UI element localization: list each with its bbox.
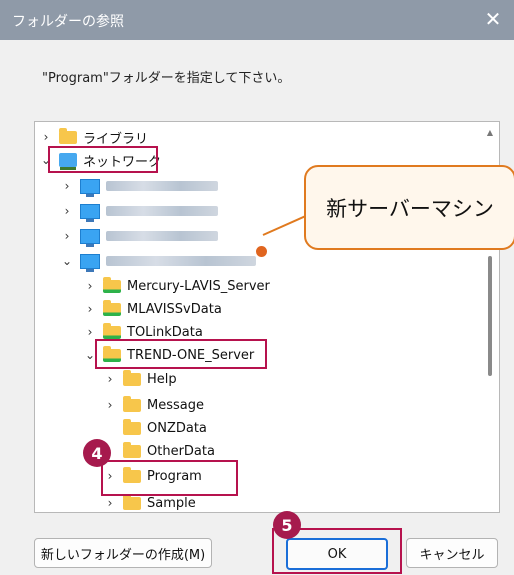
tree-item-label: ONZData xyxy=(147,420,207,436)
title-bar: フォルダーの参照 ✕ xyxy=(0,0,514,40)
chevron-right-icon[interactable]: › xyxy=(103,372,117,386)
tree-item-label: Message xyxy=(147,397,204,413)
tree-item-help[interactable]: › Help xyxy=(103,368,177,390)
chevron-right-icon[interactable]: › xyxy=(39,130,53,144)
tree-item-libraries[interactable]: › ライブラリ xyxy=(39,126,148,148)
highlight-network xyxy=(48,146,158,173)
new-server-callout: 新サーバーマシン xyxy=(304,165,514,250)
tree-item-label: Sample xyxy=(147,495,196,511)
redacted-computer-name xyxy=(106,231,218,241)
tree-item-mlavis[interactable]: › MLAVISSvData xyxy=(83,298,222,320)
redacted-computer-name xyxy=(106,256,256,266)
computer-icon xyxy=(80,253,100,272)
folder-icon xyxy=(123,493,141,510)
chevron-right-icon[interactable]: › xyxy=(83,302,97,316)
tree-item-onzdata[interactable]: › ONZData xyxy=(103,417,207,439)
folder-icon xyxy=(123,441,141,458)
callout-pointer-dot xyxy=(256,246,267,257)
chevron-right-icon[interactable]: › xyxy=(60,179,74,193)
scroll-up-icon[interactable]: ▲ xyxy=(485,128,495,138)
highlight-trend-one xyxy=(95,339,267,369)
chevron-right-icon[interactable]: › xyxy=(60,229,74,243)
shared-folder-icon xyxy=(103,299,121,316)
chevron-right-icon[interactable]: › xyxy=(60,204,74,218)
chevron-right-icon[interactable]: › xyxy=(83,279,97,293)
shared-folder-icon xyxy=(103,276,121,293)
highlight-program xyxy=(101,460,238,496)
folder-icon xyxy=(123,369,141,386)
tree-item-label: ライブラリ xyxy=(83,131,149,147)
shared-folder-icon xyxy=(103,322,121,339)
chevron-right-icon[interactable]: › xyxy=(83,325,97,339)
tree-item-otherdata[interactable]: › OtherData xyxy=(103,440,215,462)
tree-item-computer[interactable]: › xyxy=(60,225,218,247)
tree-item-mercury[interactable]: › Mercury-LAVIS_Server xyxy=(83,275,270,297)
scroll-thumb[interactable] xyxy=(488,256,492,376)
tree-item-label: Mercury-LAVIS_Server xyxy=(127,278,270,294)
computer-icon xyxy=(80,203,100,222)
tree-item-label: Help xyxy=(147,371,177,387)
new-folder-button[interactable]: 新しいフォルダーの作成(M) xyxy=(34,538,212,568)
tree-item-message[interactable]: › Message xyxy=(103,394,204,416)
folder-icon xyxy=(123,395,141,412)
folder-browse-dialog: フォルダーの参照 ✕ "Program"フォルダーを指定して下さい。 › ライブ… xyxy=(0,0,514,575)
tree-item-label: MLAVISSvData xyxy=(127,301,222,317)
folder-icon xyxy=(123,418,141,435)
chevron-right-icon[interactable]: › xyxy=(103,398,117,412)
instruction-text: "Program"フォルダーを指定して下さい。 xyxy=(42,71,291,86)
redacted-computer-name xyxy=(106,181,218,191)
chevron-down-icon[interactable]: ⌄ xyxy=(60,254,74,268)
chevron-right-icon[interactable]: › xyxy=(103,496,117,510)
tree-item-label: OtherData xyxy=(147,443,215,459)
cancel-button[interactable]: キャンセル xyxy=(406,538,498,568)
folder-icon xyxy=(59,127,77,144)
tree-item-computer[interactable]: › xyxy=(60,200,218,222)
tree-item-new-server[interactable]: ⌄ xyxy=(60,250,256,272)
step-4-badge: 4 xyxy=(83,439,111,467)
close-icon[interactable]: ✕ xyxy=(482,8,504,30)
redacted-computer-name xyxy=(106,206,218,216)
tree-item-computer[interactable]: › xyxy=(60,175,218,197)
tree-item-label: TOLinkData xyxy=(127,324,203,340)
computer-icon xyxy=(80,228,100,247)
dialog-title: フォルダーの参照 xyxy=(12,14,124,30)
computer-icon xyxy=(80,178,100,197)
step-5-badge: 5 xyxy=(273,511,301,539)
